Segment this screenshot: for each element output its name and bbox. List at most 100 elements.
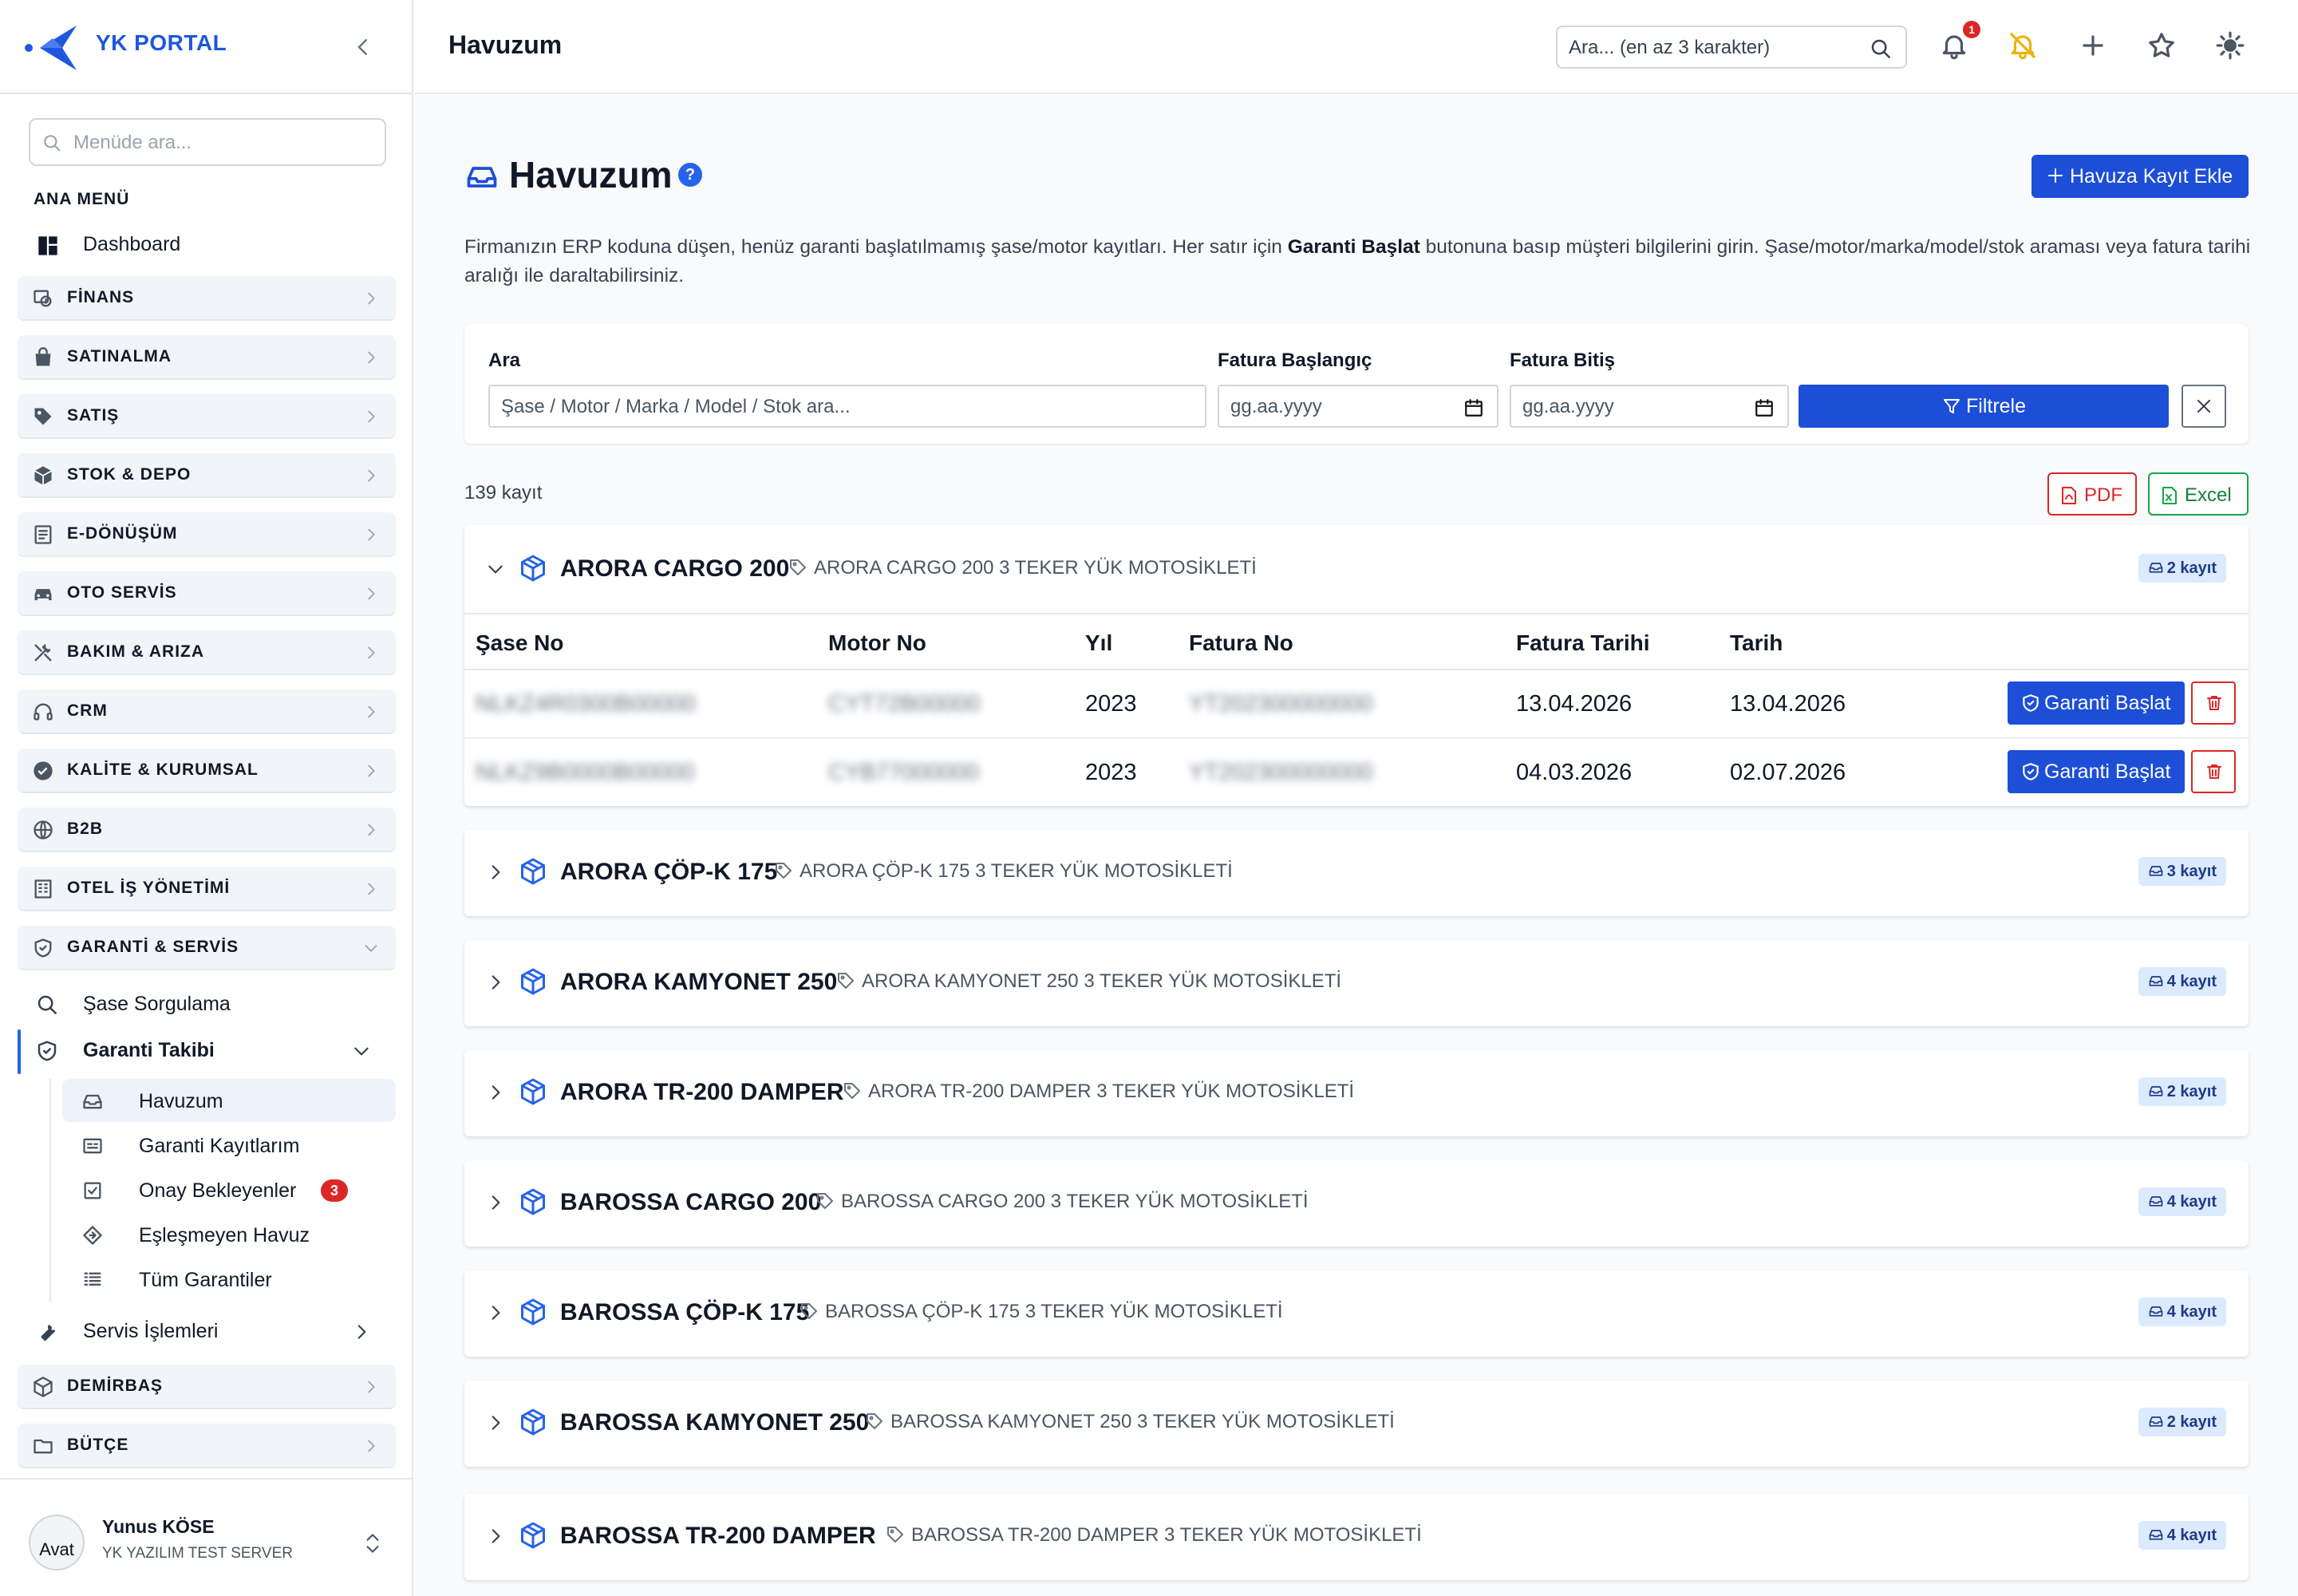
sidebar-item-eslesmeyen-havuz[interactable]: Eşleşmeyen Havuz	[62, 1213, 396, 1256]
sidebar-group-e-donusum[interactable]: E-DÖNÜŞÜM	[18, 512, 396, 557]
star-icon[interactable]	[2146, 30, 2177, 61]
sidebar-group-label: KALİTE & KURUMSAL	[67, 760, 259, 779]
calendar-icon[interactable]	[1754, 397, 1775, 418]
sidebar-group-stok-depo[interactable]: STOK & DEPO	[18, 453, 396, 498]
model-group-name[interactable]: BAROSSA TR-200 DAMPER	[560, 1523, 876, 1550]
filter-search-field[interactable]	[488, 385, 1206, 428]
start-warranty-button[interactable]: Garanti Başlat	[2008, 681, 2185, 725]
col-tarih[interactable]: Tarih	[1730, 630, 1783, 656]
delete-button[interactable]	[2191, 681, 2236, 725]
shield-check-icon	[38, 1041, 57, 1061]
brand-name[interactable]: YK PORTAL	[96, 30, 227, 56]
inbox-icon	[2149, 976, 2163, 986]
global-search-input[interactable]	[1569, 32, 1856, 64]
sidebar-item-label: Eşleşmeyen Havuz	[139, 1224, 310, 1246]
sidebar-item-tum-garantiler[interactable]: Tüm Garantiler	[62, 1258, 396, 1301]
list-icon	[84, 1272, 101, 1286]
record-count-badge: 3 kayıt	[2138, 857, 2226, 886]
model-group-name[interactable]: ARORA KAMYONET 250	[560, 969, 837, 996]
filter-search-input[interactable]	[501, 391, 1187, 423]
search-icon[interactable]	[1869, 37, 1893, 61]
sidebar-item-label: Servis İşlemleri	[83, 1320, 219, 1342]
model-group-name[interactable]: ARORA TR-200 DAMPER	[560, 1079, 844, 1106]
sidebar-item-servis-islemleri[interactable]: Servis İşlemleri	[32, 1312, 391, 1350]
chevron-up-down-icon[interactable]	[362, 1531, 383, 1556]
plus-icon[interactable]	[2078, 30, 2108, 61]
package-icon	[521, 555, 545, 582]
sidebar-item-onay-bekleyenler[interactable]: Onay Bekleyenler 3	[62, 1168, 396, 1211]
sidebar: YK PORTAL ANA MENÜ Dashboard FİNANS SATI…	[0, 0, 413, 1596]
filter-button[interactable]: Filtrele	[1799, 385, 2169, 428]
sidebar-group-butce[interactable]: BÜTÇE	[18, 1424, 396, 1468]
excel-export-button[interactable]: Excel	[2148, 472, 2249, 516]
calendar-icon[interactable]	[1463, 397, 1484, 418]
tag-icon	[838, 973, 854, 989]
invoice-start-field[interactable]	[1218, 385, 1498, 428]
chevron-down-icon[interactable]	[485, 559, 506, 579]
model-group-name[interactable]: ARORA CARGO 200	[560, 555, 789, 583]
record-count-text: 4 kayıt	[2166, 973, 2217, 990]
sidebar-item-sase-sorgulama[interactable]: Şase Sorgulama	[32, 985, 391, 1023]
sidebar-group-b2b[interactable]: B2B	[18, 808, 396, 852]
global-search[interactable]	[1556, 26, 1907, 69]
sidebar-group-crm[interactable]: CRM	[18, 689, 396, 734]
menu-search-input[interactable]	[73, 126, 377, 160]
user-profile[interactable]: Avat Yunus KÖSE YK YAZILIM TEST SERVER	[0, 1478, 413, 1596]
invoice-end-input[interactable]	[1522, 391, 1746, 423]
sidebar-group-satis[interactable]: SATIŞ	[18, 394, 396, 439]
col-yil[interactable]: Yıl	[1085, 630, 1112, 656]
bell-off-icon[interactable]	[2008, 30, 2038, 61]
description-text: Firmanızın ERP koduna düşen, henüz garan…	[464, 236, 1288, 258]
model-group-name[interactable]: BAROSSA ÇÖP-K 175	[560, 1299, 809, 1326]
menu-search[interactable]	[29, 118, 386, 166]
sidebar-group-label: CRM	[67, 701, 108, 720]
sun-icon[interactable]	[2215, 30, 2245, 61]
model-group-description: ARORA ÇÖP-K 175 3 TEKER YÜK MOTOSİKLETİ	[774, 860, 1233, 883]
chevron-right-icon[interactable]	[485, 1082, 506, 1103]
pdf-export-button[interactable]: PDF	[2047, 472, 2137, 516]
invoice-end-field[interactable]	[1510, 385, 1789, 428]
sidebar-group-garanti-servis[interactable]: GARANTİ & SERVİS	[18, 926, 396, 970]
chevron-right-icon[interactable]	[485, 1526, 506, 1547]
chevron-right-icon[interactable]	[485, 1192, 506, 1213]
col-fatura-tarihi[interactable]: Fatura Tarihi	[1516, 630, 1650, 656]
clear-filter-button[interactable]	[2182, 385, 2226, 428]
sidebar-group-oto-servis[interactable]: OTO SERVİS	[18, 571, 396, 616]
add-to-pool-button[interactable]: Havuza Kayıt Ekle	[2031, 155, 2249, 198]
sidebar-item-garanti-kayitlarim[interactable]: Garanti Kayıtlarım	[62, 1124, 396, 1167]
avatar[interactable]: Avat	[29, 1515, 85, 1570]
sidebar-group-otel-is-yonetimi[interactable]: OTEL İŞ YÖNETİMİ	[18, 867, 396, 911]
delete-button[interactable]	[2191, 750, 2236, 793]
model-group-name[interactable]: BAROSSA CARGO 200	[560, 1189, 821, 1216]
yk-logo-icon[interactable]	[24, 22, 80, 73]
col-motor-no[interactable]: Motor No	[828, 630, 926, 656]
record-count-text: 4 kayıt	[2166, 1193, 2217, 1211]
chevron-right-icon[interactable]	[485, 972, 506, 993]
invoice-start-input[interactable]	[1230, 391, 1454, 423]
chevron-right-icon[interactable]	[485, 1302, 506, 1323]
sidebar-item-havuzum[interactable]: Havuzum	[62, 1079, 396, 1122]
col-fatura-no[interactable]: Fatura No	[1189, 630, 1293, 656]
chevron-right-icon[interactable]	[485, 862, 506, 883]
sidebar-item-dashboard[interactable]: Dashboard	[32, 227, 391, 263]
model-group-name[interactable]: BAROSSA KAMYONET 250	[560, 1409, 869, 1436]
model-group-description: ARORA CARGO 200 3 TEKER YÜK MOTOSİKLETİ	[788, 557, 1257, 579]
sidebar-group-label: BÜTÇE	[67, 1436, 129, 1454]
sidebar-item-garanti-takibi[interactable]: Garanti Takibi	[32, 1031, 391, 1069]
sidebar-group-kalite-kurumsal[interactable]: KALİTE & KURUMSAL	[18, 749, 396, 793]
package-icon	[521, 1078, 545, 1105]
chevron-right-icon[interactable]	[485, 1412, 506, 1433]
model-group-name[interactable]: ARORA ÇÖP-K 175	[560, 859, 777, 886]
filter-button-label: Filtrele	[1966, 395, 2027, 417]
inbox-icon	[2149, 1196, 2163, 1207]
start-warranty-button[interactable]: Garanti Başlat	[2008, 750, 2185, 793]
sidebar-group-bakim-ariza[interactable]: BAKIM & ARIZA	[18, 630, 396, 675]
sidebar-group-demirbas[interactable]: DEMİRBAŞ	[18, 1365, 396, 1409]
search-icon	[44, 135, 61, 152]
collapse-sidebar-icon[interactable]	[351, 35, 375, 59]
record-count-badge: 4 kayıt	[2138, 1521, 2226, 1550]
col-sase-no[interactable]: Şase No	[476, 630, 564, 656]
sidebar-group-finans[interactable]: FİNANS	[18, 276, 396, 321]
help-icon[interactable]: ?	[678, 163, 702, 187]
sidebar-group-satinalma[interactable]: SATINALMA	[18, 335, 396, 380]
